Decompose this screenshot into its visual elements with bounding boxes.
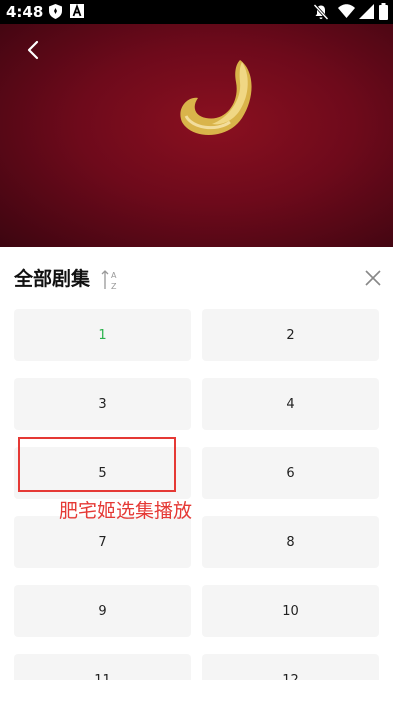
episode-label: 11 [94,672,111,681]
episode-item[interactable]: 12 [202,654,379,680]
battery-icon [379,3,388,20]
episode-label: 3 [98,396,107,412]
episode-label: 1 [98,327,107,343]
episode-label: 9 [98,603,107,619]
episode-item[interactable]: 10 [202,585,379,637]
chevron-left-icon[interactable] [20,36,48,64]
wifi-icon [338,4,355,18]
signal-icon [359,4,374,19]
episode-label: 7 [98,534,107,550]
episode-item[interactable]: 8 [202,516,379,568]
episode-item[interactable]: 3 [14,378,191,430]
a-badge-icon [70,4,84,18]
episode-label: 2 [286,327,295,343]
status-time: 4:48 [6,3,44,21]
episode-label: 10 [282,603,299,619]
shield-icon [49,4,62,19]
episode-label: 12 [282,672,299,681]
episode-item[interactable]: 11 [14,654,191,680]
episode-label: 4 [286,396,295,412]
status-bar: 4:48 [0,0,393,24]
episode-item[interactable]: 2 [202,309,379,361]
episode-label: 6 [286,465,295,481]
swirl-logo-icon [180,60,252,136]
episode-label: 8 [286,534,295,550]
episode-item[interactable]: 9 [14,585,191,637]
episode-item[interactable]: 1 [14,309,191,361]
bottom-blank [0,680,393,705]
notifications-off-icon [313,4,329,20]
annotation-text: 肥宅姬选集播放 [59,500,193,522]
episode-item[interactable]: 6 [202,447,379,499]
episode-item[interactable]: 4 [202,378,379,430]
annotation-highlight-box [18,437,176,492]
video-player[interactable] [0,24,393,247]
